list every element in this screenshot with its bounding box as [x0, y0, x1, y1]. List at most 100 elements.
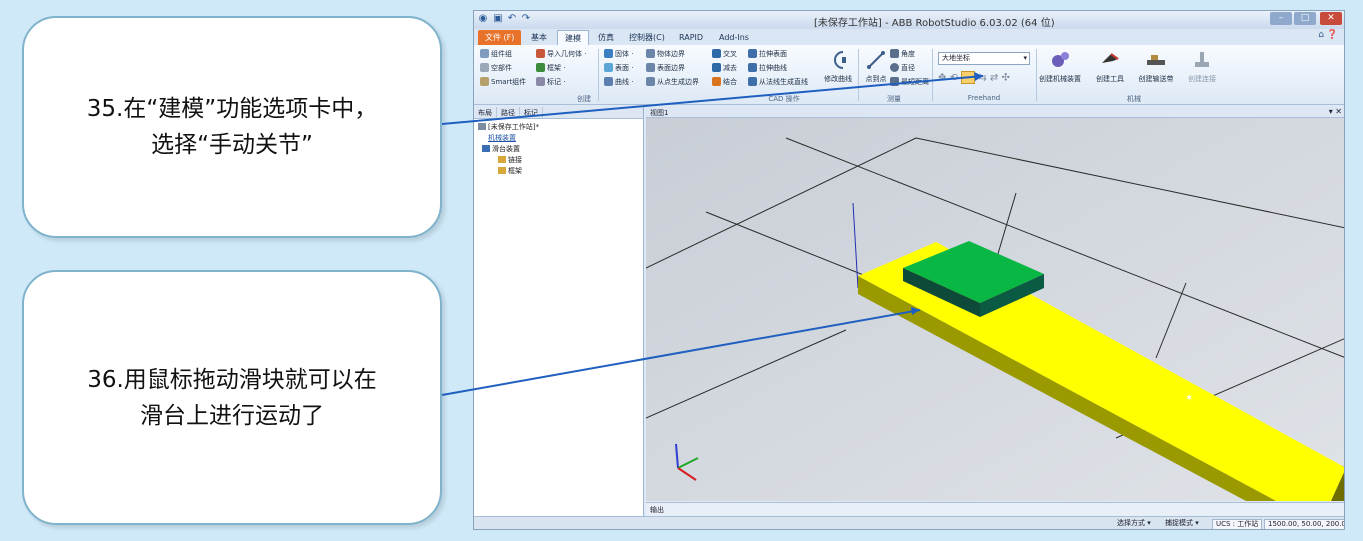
intersect-label: 交叉: [723, 50, 737, 58]
ribbon-tabs: 文件 (F) 基本 建模 仿真 控制器(C) RAPID Add-Ins ⌂ ❓: [474, 29, 1344, 45]
curve-button[interactable]: 曲线 ·: [604, 77, 633, 87]
extrude-surface-button[interactable]: 拉伸表面: [748, 49, 787, 59]
selection-mode-select[interactable]: 选择方式 ▾: [1114, 519, 1154, 529]
ucs-display: UCS : 工作站: [1212, 519, 1263, 529]
view-tab: 视图1 ▾ ✕: [646, 107, 1344, 118]
create-connection-button[interactable]: 创建连接: [1178, 49, 1226, 84]
intersect-button[interactable]: 交叉: [712, 49, 737, 59]
subtract-label: 减去: [723, 64, 737, 72]
curve-label: 曲线 ·: [615, 78, 634, 86]
extrude-curve-button[interactable]: 拉伸曲线: [748, 63, 787, 73]
move-icon[interactable]: ✥: [938, 73, 946, 84]
rotate-icon[interactable]: ⟲: [950, 73, 958, 84]
redo-icon[interactable]: ↷: [520, 13, 532, 25]
tree-links-label: 链接: [508, 156, 522, 164]
create-mechanism-label: 创建机械装置: [1039, 75, 1081, 83]
tab-file[interactable]: 文件 (F): [478, 30, 522, 45]
point-to-point-icon: [867, 51, 885, 69]
points-border-icon: [646, 77, 655, 86]
tree-slide-mechanism[interactable]: 滑台装置: [482, 144, 520, 154]
diameter-icon: [890, 63, 899, 72]
object-border-label: 物体边界: [657, 50, 685, 58]
empty-part-icon: [480, 63, 489, 72]
component-group-label: 组件组: [491, 50, 512, 58]
surface-button[interactable]: 表面 ·: [604, 63, 633, 73]
view-3d-panel: 视图1 ▾ ✕ ✶: [646, 107, 1345, 501]
normal-line-button[interactable]: 从法线生成直线: [748, 77, 808, 87]
extrude-surface-label: 拉伸表面: [759, 50, 787, 58]
jog-joint-button[interactable]: [961, 71, 976, 84]
points-border-button[interactable]: 从点生成边界: [646, 77, 699, 87]
create-tool-button[interactable]: 创建工具: [1086, 49, 1134, 84]
angle-button[interactable]: 角度: [890, 49, 915, 59]
union-icon: [712, 77, 721, 86]
tree-station-label: [未保存工作站]*: [488, 123, 539, 131]
frame-button[interactable]: 框架 ·: [536, 63, 565, 73]
modify-curve-label: 修改曲线: [824, 75, 852, 83]
maximize-button[interactable]: □: [1294, 12, 1316, 25]
import-geometry-label: 导入几何体 ·: [547, 50, 587, 58]
ribbon: 组件组 空部件 Smart组件 导入几何体 · 框架 · 标记 · 创建 固体 …: [474, 45, 1344, 105]
reference-coordinate-select[interactable]: 大地坐标: [938, 52, 1030, 65]
surface-border-button[interactable]: 表面边界: [646, 63, 685, 73]
normal-line-label: 从法线生成直线: [759, 78, 808, 86]
view-close-icon[interactable]: ▾ ✕: [1329, 107, 1342, 116]
tab-simulation[interactable]: 仿真: [591, 30, 621, 45]
frame-marker-icon: ✶: [1185, 393, 1193, 404]
jog-linear-icon[interactable]: ⇆: [978, 73, 986, 84]
tab-rapid[interactable]: RAPID: [672, 30, 710, 45]
import-geometry-icon: [536, 49, 545, 58]
tool-icon: [1102, 53, 1119, 63]
component-group-button[interactable]: 组件组: [480, 49, 512, 59]
subtract-button[interactable]: 减去: [712, 63, 737, 73]
smart-component-button[interactable]: Smart组件: [480, 77, 526, 87]
tab-modeling[interactable]: 建模: [557, 30, 589, 45]
smart-component-icon: [480, 77, 489, 86]
diameter-button[interactable]: 直径: [890, 63, 915, 73]
robotstudio-window: ◉ ▣ ↶ ↷ [未保存工作站] - ABB RobotStudio 6.03.…: [473, 10, 1345, 530]
tab-addins[interactable]: Add-Ins: [712, 30, 756, 45]
3d-viewport[interactable]: ✶: [646, 118, 1345, 501]
create-mechanism-button[interactable]: 创建机械装置: [1036, 49, 1084, 84]
close-button[interactable]: ✕: [1320, 12, 1342, 25]
import-geometry-button[interactable]: 导入几何体 ·: [536, 49, 586, 59]
tab-controller[interactable]: 控制器(C): [622, 30, 672, 45]
tree-links[interactable]: 链接: [498, 155, 522, 165]
tree-mechanisms[interactable]: 机械装置: [488, 133, 516, 143]
app-logo-icon: ◉: [478, 13, 488, 24]
component-group-icon: [480, 49, 489, 58]
callout-step-36-text: 36.用鼠标拖动滑块就可以在 滑台上进行运动了: [87, 366, 377, 429]
save-icon[interactable]: ▣: [492, 13, 504, 25]
minimize-button[interactable]: –: [1270, 12, 1292, 25]
help-icon[interactable]: ⌂ ❓: [1318, 30, 1338, 40]
min-distance-button[interactable]: 最短距离: [890, 77, 929, 87]
union-label: 结合: [723, 78, 737, 86]
output-label[interactable]: 输出: [650, 505, 664, 515]
union-button[interactable]: 结合: [712, 77, 737, 87]
window-title: [未保存工作站] - ABB RobotStudio 6.03.02 (64 位…: [814, 18, 1055, 29]
surface-icon: [604, 63, 613, 72]
tab-layout[interactable]: 布局: [474, 107, 497, 119]
smart-component-label: Smart组件: [491, 78, 527, 86]
tab-markers[interactable]: 标记: [520, 107, 543, 119]
tree-frames[interactable]: 框架: [498, 166, 522, 176]
tree-station[interactable]: [未保存工作站]*: [478, 122, 539, 132]
frame-icon: [536, 63, 545, 72]
normal-line-icon: [748, 77, 757, 86]
jog-reorient-icon[interactable]: ⇄: [990, 73, 998, 84]
empty-part-button[interactable]: 空部件: [480, 63, 512, 73]
multi-robot-jog-icon[interactable]: ✣: [1002, 73, 1010, 84]
undo-icon[interactable]: ↶: [506, 13, 518, 25]
point-to-point-label: 点到点: [865, 75, 887, 83]
create-conveyor-button[interactable]: 创建输送带: [1132, 49, 1180, 84]
view-tab-label[interactable]: 视图1: [650, 108, 668, 118]
tree-frames-label: 框架: [508, 167, 522, 175]
object-border-button[interactable]: 物体边界: [646, 49, 685, 59]
solid-button[interactable]: 固体 ·: [604, 49, 633, 59]
tab-home[interactable]: 基本: [524, 30, 554, 45]
tab-paths[interactable]: 路径: [497, 107, 520, 119]
min-distance-icon: [890, 77, 899, 86]
snap-mode-select[interactable]: 捕捉模式 ▾: [1162, 519, 1202, 529]
intersect-icon: [712, 49, 721, 58]
marker-button[interactable]: 标记 ·: [536, 77, 565, 87]
